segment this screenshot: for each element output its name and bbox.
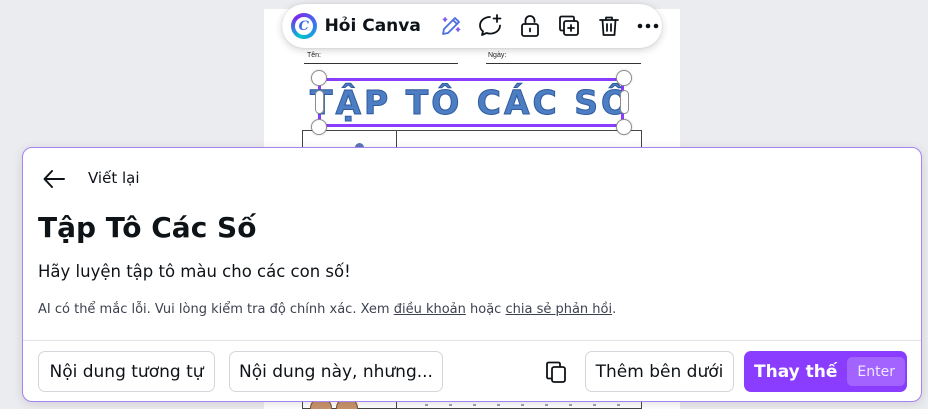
element-toolbar: C Hỏi Canva <box>282 4 662 48</box>
date-field-line <box>486 63 641 64</box>
ai-disclaimer: AI có thể mắc lỗi. Vui lòng kiểm tra độ … <box>38 302 617 317</box>
terms-link[interactable]: điều khoản <box>394 302 466 317</box>
canva-ai-logo-icon[interactable]: C <box>291 13 317 39</box>
more-icon[interactable] <box>634 12 662 40</box>
similar-content-button[interactable]: Nội dung tương tự <box>38 351 215 392</box>
comment-add-icon[interactable] <box>476 12 504 40</box>
title-selection-box[interactable]: TẬP TÔ CÁC SỐ <box>309 78 630 127</box>
replace-button-label: Thay thế <box>754 361 838 382</box>
tracing-dashes <box>425 404 625 406</box>
lock-icon[interactable] <box>516 12 544 40</box>
resize-handle-top-right[interactable] <box>616 70 632 86</box>
suggested-body: Hãy luyện tập tô màu cho các con số! <box>38 262 351 281</box>
suggested-title: Tập Tô Các Số <box>38 211 257 244</box>
resize-handle-bottom-left[interactable] <box>311 119 327 135</box>
duplicate-icon[interactable] <box>555 12 583 40</box>
replace-button[interactable]: Thay thế Enter <box>744 351 907 392</box>
resize-handle-top-left[interactable] <box>311 70 327 86</box>
this-content-but-button[interactable]: Nội dung này, nhưng... <box>229 351 443 392</box>
editor-stage: Tên: Ngày: TẬP TÔ CÁC SỐ C Hỏi Canva Viế… <box>0 0 928 409</box>
ai-rewrite-panel: Viết lại Tập Tô Các Số Hãy luyện tập tô … <box>22 147 922 402</box>
panel-breadcrumb: Viết lại <box>88 169 140 187</box>
enter-shortcut-badge: Enter <box>847 357 905 386</box>
worksheet-title[interactable]: TẬP TÔ CÁC SỐ <box>309 83 632 123</box>
resize-handle-bottom-right[interactable] <box>616 119 632 135</box>
magic-pencil-icon[interactable] <box>437 12 465 40</box>
resize-handle-left[interactable] <box>315 90 324 114</box>
name-field-label: Tên: <box>307 52 322 59</box>
feedback-link[interactable]: chia sẻ phản hồi <box>505 302 612 317</box>
trash-icon[interactable] <box>595 12 623 40</box>
name-field-line <box>304 63 458 64</box>
date-field-label: Ngày: <box>488 52 507 59</box>
panel-divider <box>23 340 921 341</box>
ask-canva-button[interactable]: Hỏi Canva <box>325 16 421 36</box>
resize-handle-right[interactable] <box>620 90 629 114</box>
back-arrow-icon[interactable] <box>39 166 69 192</box>
copy-icon[interactable] <box>539 355 573 389</box>
add-below-button[interactable]: Thêm bên dưới <box>585 351 734 392</box>
